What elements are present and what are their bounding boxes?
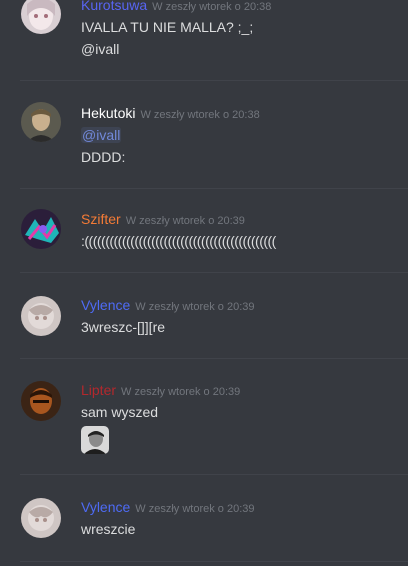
message-text: DDDD: — [81, 149, 126, 165]
avatar[interactable] — [21, 296, 61, 336]
author-name[interactable]: Kurotsuwa — [81, 0, 147, 13]
author-name[interactable]: Vylence — [81, 499, 130, 515]
message-divider — [20, 561, 408, 562]
chat-messages: Kurotsuwa W zeszły wtorek o 20:38 IVALLA … — [0, 0, 408, 566]
message-text: 3wreszc-[]][re — [81, 319, 166, 335]
message-header: Vylence W zeszły wtorek o 20:39 — [81, 499, 255, 517]
message-text: :(((((((((((((((((((((((((((((((((((((((… — [81, 233, 276, 249]
author-name[interactable]: Lipter — [81, 382, 116, 398]
message-divider — [20, 80, 408, 81]
message-header: Szifter W zeszły wtorek o 20:39 — [81, 211, 245, 229]
timestamp: W zeszły wtorek o 20:39 — [135, 301, 255, 313]
message-divider — [20, 188, 408, 189]
timestamp: W zeszły wtorek o 20:39 — [121, 386, 241, 398]
message-text: wreszcie — [81, 521, 136, 537]
avatar[interactable] — [21, 0, 61, 34]
author-name[interactable]: Vylence — [81, 297, 130, 313]
avatar[interactable] — [21, 102, 61, 142]
author-name[interactable]: Szifter — [81, 211, 121, 227]
avatar[interactable] — [21, 209, 61, 249]
message-header: Lipter W zeszły wtorek o 20:39 — [81, 382, 240, 400]
message-text: sam wyszed — [81, 404, 159, 420]
message-divider — [20, 358, 408, 359]
avatar[interactable] — [21, 381, 61, 421]
message-text: IVALLA TU NIE MALLA? ;_; — [81, 19, 254, 35]
message-header: Hekutoki W zeszły wtorek o 20:38 — [81, 105, 260, 123]
emoji-image[interactable] — [81, 426, 109, 454]
timestamp: W zeszły wtorek o 20:39 — [125, 215, 245, 227]
timestamp: W zeszły wtorek o 20:38 — [152, 1, 272, 13]
message-divider — [20, 474, 408, 475]
author-name[interactable]: Hekutoki — [81, 105, 135, 121]
avatar[interactable] — [21, 498, 61, 538]
user-mention[interactable]: @ivall — [81, 127, 122, 143]
message-header: Kurotsuwa W zeszły wtorek o 20:38 — [81, 0, 271, 15]
message-header: Vylence W zeszły wtorek o 20:39 — [81, 297, 255, 315]
timestamp: W zeszły wtorek o 20:39 — [135, 503, 255, 515]
message-text: @ivall — [81, 41, 120, 57]
timestamp: W zeszły wtorek o 20:38 — [140, 109, 260, 121]
message-divider — [20, 272, 408, 273]
message-text: @ivall — [81, 127, 122, 143]
